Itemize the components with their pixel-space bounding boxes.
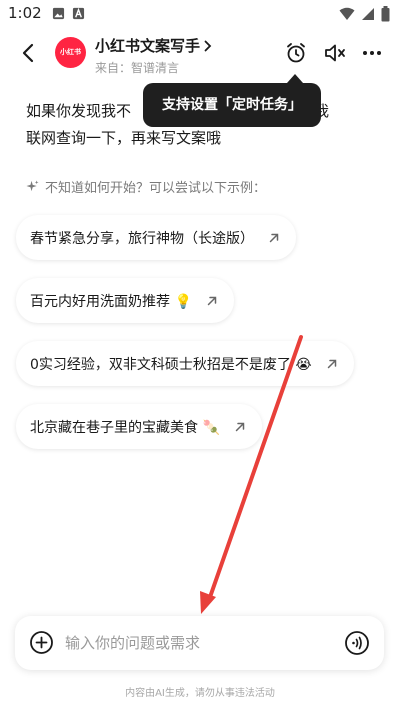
- battery-icon: [381, 6, 390, 22]
- bot-name: 小红书文案写手: [95, 37, 201, 55]
- back-arrow-icon[interactable]: [16, 40, 42, 66]
- suggestion-text: 百元内好用洗面奶推荐 💡: [30, 293, 192, 310]
- bot-title[interactable]: 小红书文案写手: [95, 35, 213, 56]
- suggestion-emoji: 😭: [295, 356, 312, 373]
- suggestion-text: 0实习经验，双非文科硕士秋招是不是废了 😭: [30, 356, 312, 373]
- arrow-up-right-icon: [269, 233, 279, 242]
- signal-icon: [362, 8, 374, 20]
- suggestion-text: 春节紧急分享，旅行神物（长途版）: [30, 230, 254, 247]
- suggestion-chip[interactable]: 春节紧急分享，旅行神物（长途版）: [16, 215, 296, 260]
- examples-hint: 不知道如何开始？可以尝试以下示例：: [26, 177, 266, 196]
- bot-title-block[interactable]: 小红书文案写手 来自：智谱清言: [95, 35, 213, 76]
- speaker-mute-icon[interactable]: [322, 40, 348, 66]
- hint-text: 不知道如何开始？可以尝试以下示例：: [45, 181, 267, 196]
- wifi-icon: [339, 7, 355, 20]
- chevron-right-icon: [204, 40, 212, 51]
- suggestion-chip[interactable]: 北京藏在巷子里的宝藏美食 🍡: [16, 404, 262, 449]
- message-line-2: 联网查询一下，再来写文案哦: [26, 129, 222, 147]
- chat-header: 小红书 小红书文案写手 来自：智谱清言: [0, 30, 400, 76]
- tooltip-pointer: [287, 74, 303, 83]
- status-bar: 1:02: [0, 0, 400, 28]
- more-options-icon[interactable]: [359, 40, 385, 66]
- bot-avatar[interactable]: 小红书: [55, 37, 86, 68]
- status-time: 1:02: [8, 4, 42, 22]
- gallery-icon: [52, 7, 65, 20]
- scheduled-task-tooltip[interactable]: 支持设置「定时任务」: [143, 83, 321, 127]
- arrow-up-right-icon: [207, 296, 217, 305]
- chat-input[interactable]: [65, 628, 335, 658]
- suggestion-text: 北京藏在巷子里的宝藏美食 🍡: [30, 419, 220, 436]
- arrow-up-right-icon: [235, 422, 245, 431]
- arrow-up-right-icon: [327, 359, 336, 368]
- status-right-icons: [339, 4, 390, 24]
- suggestion-chip[interactable]: 百元内好用洗面奶推荐 💡: [16, 278, 234, 323]
- sparkle-icon: [26, 180, 39, 192]
- font-a-icon: [72, 7, 85, 20]
- suggestion-emoji: 🍡: [202, 419, 220, 436]
- suggestion-emoji: 💡: [174, 293, 192, 310]
- plus-circle-icon[interactable]: [29, 630, 54, 655]
- ai-disclaimer: 内容由AI生成，请勿从事违法活动: [125, 688, 275, 699]
- suggestion-chip[interactable]: 0实习经验，双非文科硕士秋招是不是废了 😭: [16, 341, 354, 386]
- alarm-clock-icon[interactable]: [283, 40, 309, 66]
- bot-source: 来自：智谱清言: [95, 61, 180, 75]
- voice-input-icon[interactable]: [344, 630, 370, 656]
- chat-input-bar: [15, 616, 384, 670]
